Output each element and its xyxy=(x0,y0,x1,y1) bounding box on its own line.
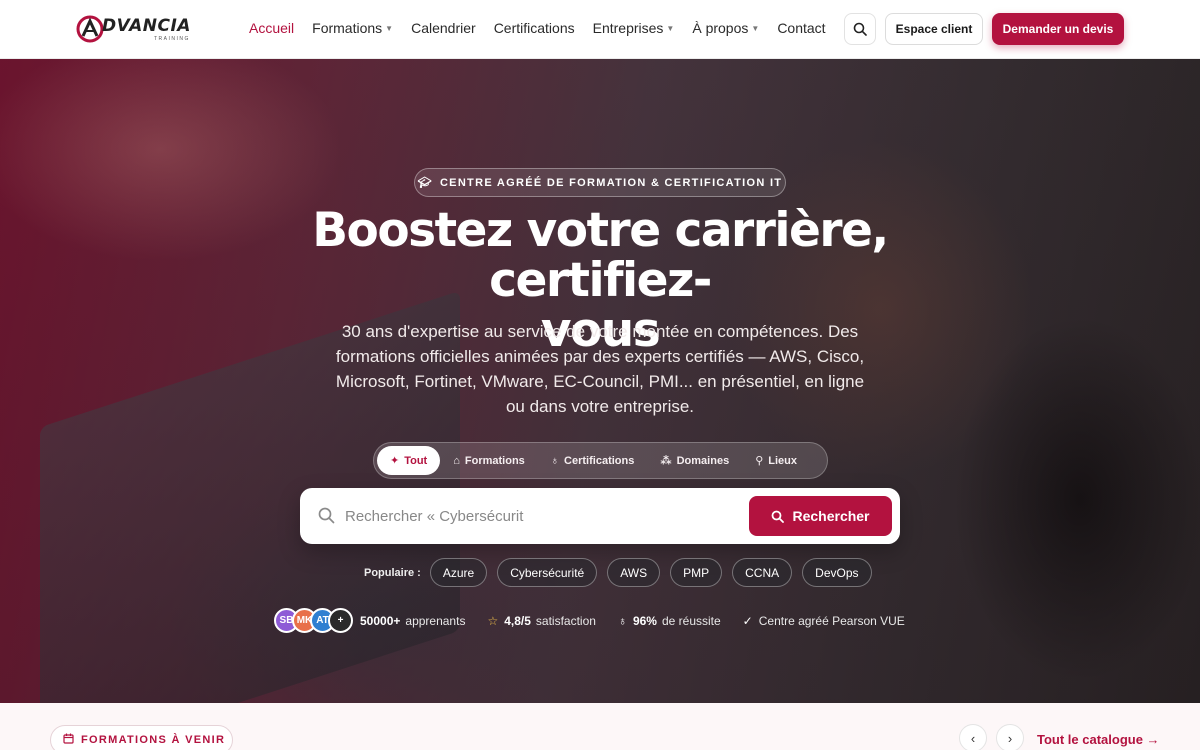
award-icon: ♁ xyxy=(617,613,627,628)
nav-label: Calendrier xyxy=(411,20,476,36)
hero-subtitle: 30 ans d'expertise au service de votre m… xyxy=(335,322,865,416)
calendar-icon xyxy=(63,733,74,747)
popular-label: Populaire : xyxy=(364,566,421,579)
tab-tout[interactable]: ✦ Tout xyxy=(377,446,441,475)
carousel-prev-button[interactable]: ‹ xyxy=(959,724,987,750)
client-area-button[interactable]: Espace client xyxy=(885,13,983,45)
stat-success: ♁ 96% de réussite xyxy=(618,614,721,628)
hero-title-line1: Boostez votre carrière, certifiez- xyxy=(312,203,889,308)
logo-mark-icon xyxy=(76,15,104,43)
nav-item-a-propos[interactable]: À propos ▼ xyxy=(692,20,759,36)
logo-text: DVANCIA xyxy=(102,16,191,36)
stat-learners-value: 50000+ xyxy=(360,613,401,628)
nav-item-formations[interactable]: Formations ▼ xyxy=(312,20,393,36)
nav-label: Entreprises xyxy=(592,20,664,36)
tab-certifications[interactable]: ♁ Certifications xyxy=(538,446,648,475)
sparkle-icon: ✦ xyxy=(390,455,400,467)
tab-lieux[interactable]: ⚲ Lieux xyxy=(742,446,810,475)
stat-pearson: ✓ Centre agréé Pearson VUE xyxy=(743,614,905,628)
tab-label: Certifications xyxy=(564,454,635,467)
search-icon xyxy=(853,22,867,36)
stat-success-value: 96% xyxy=(632,613,657,628)
upcoming-label: FORMATIONS À VENIR xyxy=(81,734,226,746)
tab-label: Formations xyxy=(464,454,525,467)
main-nav: Accueil Formations ▼ Calendrier Certifica… xyxy=(249,20,844,36)
nav-item-accueil[interactable]: Accueil xyxy=(249,20,294,36)
avatar-more: + xyxy=(328,608,353,633)
nav-label: À propos xyxy=(692,20,749,36)
upcoming-badge: FORMATIONS À VENIR xyxy=(50,725,233,750)
popular-searches: Populaire : Azure Cybersécurité AWS PMP … xyxy=(364,558,882,587)
nav-item-contact[interactable]: Contact xyxy=(777,20,825,36)
stat-learners: 50000+ apprenants xyxy=(360,614,465,628)
hero-badge: 🎓︎ CENTRE AGRÉÉ DE FORMATION & CERTIFICA… xyxy=(414,168,786,197)
search-button-label: Rechercher xyxy=(792,508,870,524)
stat-rating-value: 4,8/5 xyxy=(504,613,531,628)
tab-domaines[interactable]: ⁂ Domaines xyxy=(647,446,742,475)
graduation-cap-icon: 🎓︎ xyxy=(417,177,433,189)
search-submit-button[interactable]: Rechercher xyxy=(749,496,892,536)
search-icon xyxy=(772,510,785,523)
popular-chip-aws[interactable]: AWS xyxy=(607,558,661,587)
stat-success-label: de réussite xyxy=(661,613,721,628)
tab-formations[interactable]: ⌂ Formations xyxy=(440,446,538,475)
nav-label: Contact xyxy=(777,20,826,36)
chevron-down-icon: ▼ xyxy=(385,23,394,33)
award-icon: ♁ xyxy=(550,454,560,467)
map-pin-icon: ⚲ xyxy=(755,455,764,467)
nav-label: Formations xyxy=(312,20,383,36)
star-icon: ☆ xyxy=(487,613,499,628)
request-quote-button[interactable]: Demander un devis xyxy=(992,13,1124,45)
popular-chip-pmp[interactable]: PMP xyxy=(670,558,723,587)
stat-learners-label: apprenants xyxy=(405,613,466,628)
nav-label: Certifications xyxy=(493,20,575,36)
hero-section: 🎓︎ CENTRE AGRÉÉ DE FORMATION & CERTIFICA… xyxy=(0,59,1200,703)
popular-chip-devops[interactable]: DevOps xyxy=(802,558,872,587)
hero-badge-text: CENTRE AGRÉÉ DE FORMATION & CERTIFICATIO… xyxy=(439,176,783,189)
popular-chip-azure[interactable]: Azure xyxy=(429,558,488,587)
search-input[interactable] xyxy=(345,505,725,527)
stat-rating-label: satisfaction xyxy=(535,613,596,628)
header-search-button[interactable] xyxy=(844,13,876,45)
tab-label: Domaines xyxy=(676,454,730,467)
popular-chip-ccna[interactable]: CCNA xyxy=(732,558,793,587)
chevron-down-icon: ▼ xyxy=(666,23,675,33)
learner-avatars: SB MK AT + xyxy=(274,608,353,633)
graduation-cap-icon: ⌂ xyxy=(453,454,460,467)
carousel-next-button[interactable]: › xyxy=(996,724,1024,750)
tab-label: Tout xyxy=(404,454,428,467)
nav-item-certifications[interactable]: Certifications xyxy=(494,20,575,36)
nav-label: Accueil xyxy=(249,20,295,36)
brand-logo[interactable]: DVANCIA TRAINING xyxy=(76,13,200,45)
nav-item-entreprises[interactable]: Entreprises ▼ xyxy=(593,20,675,36)
site-header: DVANCIA TRAINING Accueil Formations ▼ Cal… xyxy=(0,0,1200,59)
nav-item-calendrier[interactable]: Calendrier xyxy=(411,20,476,36)
chevron-down-icon: ▼ xyxy=(751,23,760,33)
hero-stats: SB MK AT + 50000+ apprenants ☆ 4,8/5 sat… xyxy=(274,608,927,633)
popular-chip-cybersecurite[interactable]: Cybersécurité xyxy=(497,558,598,587)
tab-label: Lieux xyxy=(768,454,797,467)
stat-pearson-label: Centre agréé Pearson VUE xyxy=(758,613,905,628)
catalog-link[interactable]: Tout le catalogue → xyxy=(1037,732,1160,747)
check-circle-icon: ✓ xyxy=(742,613,753,628)
stat-rating: ☆ 4,8/5 satisfaction xyxy=(487,614,596,628)
upcoming-section: FORMATIONS À VENIR ‹ › Tout le catalogue… xyxy=(0,703,1200,750)
hero-search-bar: Rechercher xyxy=(300,488,900,544)
search-icon xyxy=(318,507,335,524)
shapes-icon: ⁂ xyxy=(660,455,672,467)
search-scope-tabs: ✦ Tout ⌂ Formations ♁ Certifications ⁂ Domai… xyxy=(373,442,828,479)
logo-tagline: TRAINING xyxy=(154,36,190,42)
